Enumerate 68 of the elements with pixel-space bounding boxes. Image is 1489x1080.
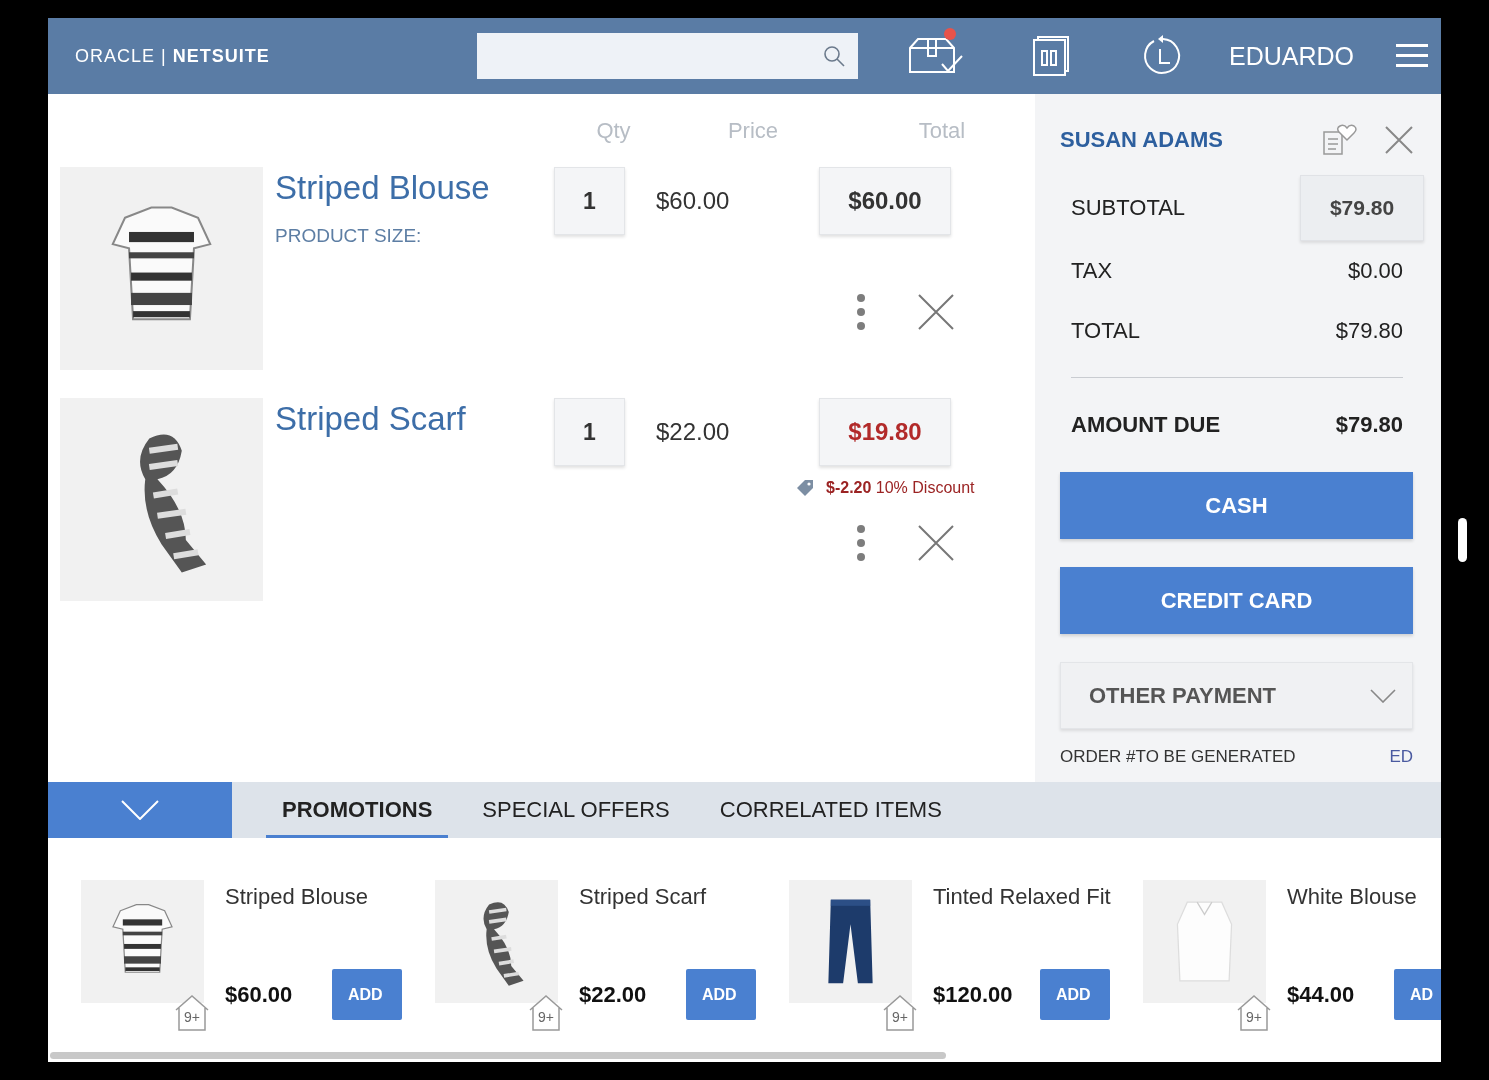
amount-due-value: $79.80 [1335,412,1403,438]
column-header: Price [726,117,780,144]
summary-label: TAX [1071,258,1113,284]
search-field[interactable] [477,33,858,79]
column-header: Qty [595,117,632,144]
quantity-field[interactable]: 1 [554,167,625,235]
more-icon[interactable] [856,294,866,330]
more-icon[interactable] [856,525,866,561]
line-total[interactable]: $19.80 [819,398,951,466]
payment-button[interactable]: CASH [1060,472,1413,539]
columns-icon[interactable] [1033,36,1069,76]
order-status: ED [1389,747,1413,767]
add-button[interactable]: ADD [332,969,402,1020]
payment-button[interactable]: CREDIT CARD [1060,567,1413,634]
tag-icon [796,479,814,497]
tab[interactable]: SPECIAL OFFERS [466,782,686,838]
amount-due-label: AMOUNT DUE [1071,412,1221,438]
store-icon [175,995,209,1031]
search-icon[interactable] [822,44,846,68]
chevron-down-icon [1370,688,1396,703]
summary-label: TOTAL [1071,318,1140,344]
tab[interactable]: PROMOTIONS [266,782,449,838]
product-price: $44.00 [1287,981,1356,1008]
logo: ORACLE | NETSUITE [75,45,271,67]
product-name[interactable]: White Blouse [1287,884,1441,910]
product-name[interactable]: Striped Blouse [225,884,402,910]
other-payment-dropdown[interactable]: OTHER PAYMENT [1060,662,1413,729]
stock-count: 9+ [184,1009,200,1025]
menu-icon[interactable] [1396,44,1428,68]
remove-icon[interactable] [918,294,954,330]
chevron-down-icon [121,800,159,820]
package-check-icon[interactable] [908,36,964,76]
remove-icon[interactable] [918,525,954,561]
summary-value: $0.00 [1347,258,1403,284]
scroll-indicator[interactable] [1458,518,1467,562]
close-icon[interactable] [1385,126,1413,154]
item-name[interactable]: Striped Scarf [275,400,554,438]
stock-count: 9+ [538,1009,554,1025]
stock-count: 9+ [892,1009,908,1025]
item-name[interactable]: Striped Blouse [275,169,554,207]
product-name[interactable]: Tinted Relaxed Fit [933,884,1111,910]
discount-text: $-2.20 10% Discount [826,479,975,497]
column-header: Total [917,117,967,144]
product-name[interactable]: Striped Scarf [579,884,756,910]
tab[interactable]: CORRELATED ITEMS [703,782,958,838]
product-price: $120.00 [933,981,1014,1008]
wishlist-icon[interactable] [1323,124,1357,156]
quantity-field[interactable]: 1 [554,398,625,466]
add-button[interactable]: ADD [1040,969,1110,1020]
line-total[interactable]: $60.00 [819,167,951,235]
stock-count: 9+ [1246,1009,1262,1025]
unit-price: $60.00 [656,187,730,215]
subtotal-value[interactable]: $79.80 [1300,175,1424,241]
store-icon [1237,995,1271,1031]
scrollbar-thumb[interactable] [50,1052,946,1059]
add-button[interactable]: ADD [686,969,756,1020]
product-price: $60.00 [225,981,294,1008]
size-label: PRODUCT SIZE: [275,225,423,247]
add-button[interactable]: AD [1394,969,1441,1020]
unit-price: $22.00 [656,418,730,446]
summary-label: SUBTOTAL [1071,195,1186,221]
store-icon [883,995,917,1031]
user-name[interactable]: EDUARDO [1229,41,1354,71]
customer-name[interactable]: SUSAN ADAMS [1060,127,1323,153]
summary-value: $79.80 [1335,318,1403,344]
product-price: $22.00 [579,981,648,1008]
store-icon [529,995,563,1031]
order-number: ORDER #TO BE GENERATED [1060,747,1296,767]
